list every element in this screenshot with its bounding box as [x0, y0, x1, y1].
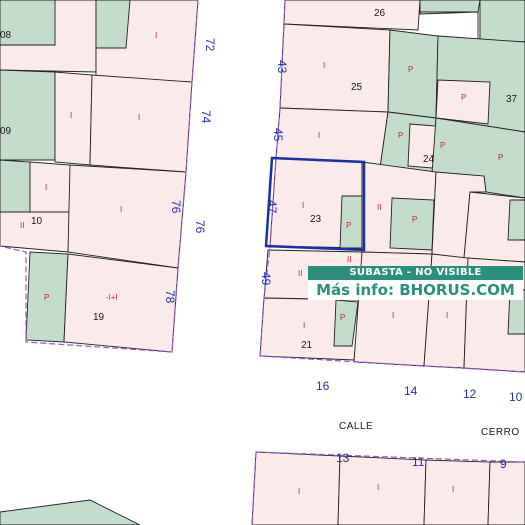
parcel	[63, 253, 179, 353]
plot-number: 24	[423, 154, 435, 165]
house-number: 72	[203, 38, 217, 52]
sub-label: I	[302, 201, 304, 210]
sub-label: P	[440, 141, 445, 150]
banner-status: SUBASTA - NO VISIBLE	[308, 266, 523, 280]
house-number: 43	[275, 60, 289, 74]
parcel	[419, 0, 481, 13]
auction-banner: SUBASTA - NO VISIBLE Más info: BHORUS.CO…	[308, 266, 523, 300]
house-number: 12	[463, 387, 477, 401]
house-number: 9	[500, 457, 507, 471]
plot-number: 21	[301, 340, 313, 351]
plot-number: 09	[0, 126, 12, 137]
parcel	[387, 29, 439, 119]
parcel	[435, 79, 491, 125]
parcel	[251, 451, 341, 525]
plot-number: 19	[93, 312, 105, 323]
parcel	[487, 461, 525, 525]
sub-label: P	[461, 93, 466, 102]
block-bottom	[0, 451, 525, 525]
street-label: CALLE	[339, 421, 373, 432]
parcel	[279, 23, 391, 113]
plot-number: 37	[506, 94, 518, 105]
parcel	[0, 159, 31, 213]
parcel	[389, 197, 435, 251]
sub-label: I	[377, 483, 379, 492]
banner-info-link[interactable]: Más info: BHORUS.COM	[308, 280, 523, 300]
parcel	[423, 459, 491, 525]
sub-label: I	[446, 311, 448, 320]
parcel	[54, 71, 93, 166]
house-number: 10	[509, 390, 523, 404]
plot-number: 23	[310, 214, 322, 225]
parcel	[479, 0, 525, 43]
cadastral-map: I I P P I I I P P P I I II I P II P II I…	[0, 0, 525, 525]
parcel	[0, 499, 141, 525]
sub-label: I	[120, 205, 122, 214]
house-number: 78	[163, 290, 177, 304]
parcel	[67, 164, 187, 269]
sub-label: II	[347, 255, 351, 264]
sub-label: I	[452, 485, 454, 494]
sub-label: P	[346, 221, 351, 230]
sub-label: P	[398, 131, 403, 140]
sub-label: P	[44, 293, 49, 302]
sub-label: II	[377, 203, 381, 212]
street-labels: CALLE CERRO	[339, 421, 520, 438]
parcel	[0, 69, 56, 161]
sub-label: I	[303, 321, 305, 330]
house-number: 45	[271, 128, 285, 142]
sub-label: P	[498, 153, 503, 162]
sub-label: I	[392, 311, 394, 320]
sub-label: II	[20, 221, 24, 230]
parcel	[29, 161, 71, 213]
sub-label: P	[408, 65, 413, 74]
sub-label: I	[323, 61, 325, 70]
parcel	[95, 0, 131, 49]
plot-number: 26	[374, 8, 386, 19]
sub-label: P	[340, 313, 345, 322]
sub-label: I	[45, 183, 47, 192]
plot-number: 08	[0, 30, 12, 41]
house-number: 16	[316, 379, 330, 393]
house-number: 47	[265, 200, 279, 214]
sub-label: I	[138, 113, 140, 122]
house-number: 13	[336, 451, 350, 465]
sub-label: P	[412, 215, 417, 224]
plot-number: 10	[31, 216, 43, 227]
house-number: 76	[193, 220, 207, 234]
house-number: 14	[404, 384, 418, 398]
house-number: 74	[199, 110, 213, 124]
sub-label: -I+I	[106, 293, 118, 302]
house-number: 76	[169, 200, 183, 214]
sub-label: I	[318, 131, 320, 140]
house-number: 49	[259, 272, 273, 286]
house-number: 11	[412, 455, 425, 469]
plot-number: 25	[351, 82, 363, 93]
map-canvas: I I P P I I I P P P I I II I P II P II I…	[0, 0, 525, 525]
street-label: CERRO	[481, 427, 520, 438]
parcel	[89, 74, 193, 173]
sub-label: I	[298, 487, 300, 496]
block-middle-right	[259, 157, 525, 373]
parcel	[507, 199, 525, 241]
sub-label: I	[70, 111, 72, 120]
sub-label: II	[298, 269, 302, 278]
sub-label: I	[155, 31, 157, 40]
